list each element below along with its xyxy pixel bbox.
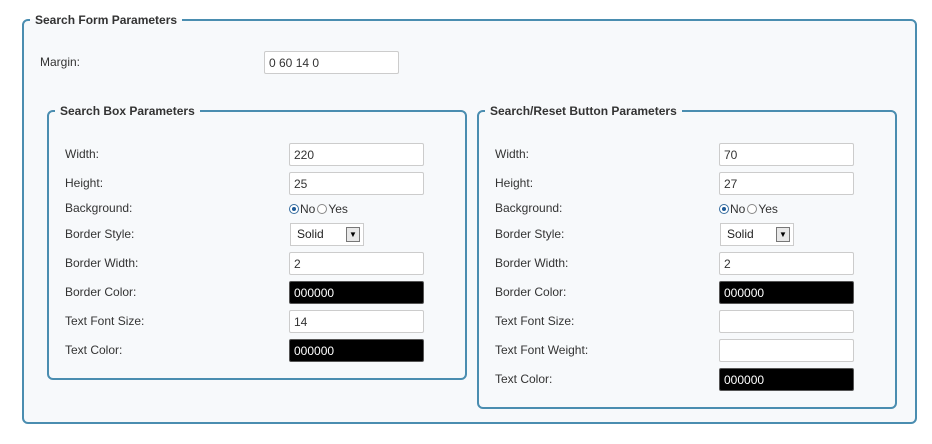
search-box-background-no-label: No bbox=[300, 202, 316, 216]
search-box-background-label: Background: bbox=[65, 201, 133, 215]
search-box-text-color-input[interactable] bbox=[289, 339, 424, 362]
search-box-background-radio-group: No Yes bbox=[289, 202, 350, 216]
search-box-width-label: Width: bbox=[65, 147, 100, 161]
button-background-no-label: No bbox=[730, 202, 746, 216]
button-text-font-weight-label: Text Font Weight: bbox=[495, 343, 589, 357]
button-background-yes-radio[interactable] bbox=[747, 204, 758, 214]
search-box-background-yes-radio[interactable] bbox=[317, 204, 328, 214]
search-box-border-style-select[interactable]: Solid ▼ bbox=[290, 223, 364, 246]
button-text-color-input[interactable] bbox=[719, 368, 854, 391]
search-box-height-input[interactable] bbox=[289, 172, 424, 195]
search-box-border-width-label: Border Width: bbox=[65, 256, 139, 270]
search-box-border-width-input[interactable] bbox=[289, 252, 424, 275]
button-background-yes-label: Yes bbox=[758, 202, 778, 216]
button-border-color-input[interactable] bbox=[719, 281, 854, 304]
search-box-border-style-value: Solid bbox=[297, 227, 324, 241]
button-text-font-weight-input[interactable] bbox=[719, 339, 854, 362]
button-text-font-size-label: Text Font Size: bbox=[495, 314, 575, 328]
button-height-input[interactable] bbox=[719, 172, 854, 195]
search-box-border-style-label: Border Style: bbox=[65, 227, 135, 241]
button-width-label: Width: bbox=[495, 147, 530, 161]
search-box-text-font-size-label: Text Font Size: bbox=[65, 314, 145, 328]
chevron-down-icon[interactable]: ▼ bbox=[346, 227, 360, 242]
search-box-background-yes-label: Yes bbox=[328, 202, 348, 216]
button-border-style-select[interactable]: Solid ▼ bbox=[720, 223, 794, 246]
margin-input[interactable] bbox=[264, 51, 399, 74]
button-border-style-value: Solid bbox=[727, 227, 754, 241]
chevron-down-icon[interactable]: ▼ bbox=[776, 227, 790, 242]
search-box-width-input[interactable] bbox=[289, 143, 424, 166]
button-parameters-legend: Search/Reset Button Parameters bbox=[490, 104, 677, 118]
search-box-border-color-input[interactable] bbox=[289, 281, 424, 304]
button-border-width-label: Border Width: bbox=[495, 256, 569, 270]
button-text-font-size-input[interactable] bbox=[719, 310, 854, 333]
button-width-input[interactable] bbox=[719, 143, 854, 166]
button-background-no-radio[interactable] bbox=[719, 204, 729, 214]
margin-label: Margin: bbox=[40, 55, 81, 69]
button-border-color-label: Border Color: bbox=[495, 285, 567, 299]
button-border-style-label: Border Style: bbox=[495, 227, 565, 241]
button-border-width-input[interactable] bbox=[719, 252, 854, 275]
search-box-border-color-label: Border Color: bbox=[65, 285, 137, 299]
search-box-background-no-radio[interactable] bbox=[289, 204, 299, 214]
button-height-label: Height: bbox=[495, 176, 534, 190]
search-box-parameters-legend: Search Box Parameters bbox=[60, 104, 195, 118]
button-text-color-label: Text Color: bbox=[495, 372, 553, 386]
button-background-label: Background: bbox=[495, 201, 563, 215]
button-background-radio-group: No Yes bbox=[719, 202, 780, 216]
search-box-text-color-label: Text Color: bbox=[65, 343, 123, 357]
search-form-parameters-legend: Search Form Parameters bbox=[35, 13, 178, 27]
search-box-text-font-size-input[interactable] bbox=[289, 310, 424, 333]
search-box-height-label: Height: bbox=[65, 176, 104, 190]
